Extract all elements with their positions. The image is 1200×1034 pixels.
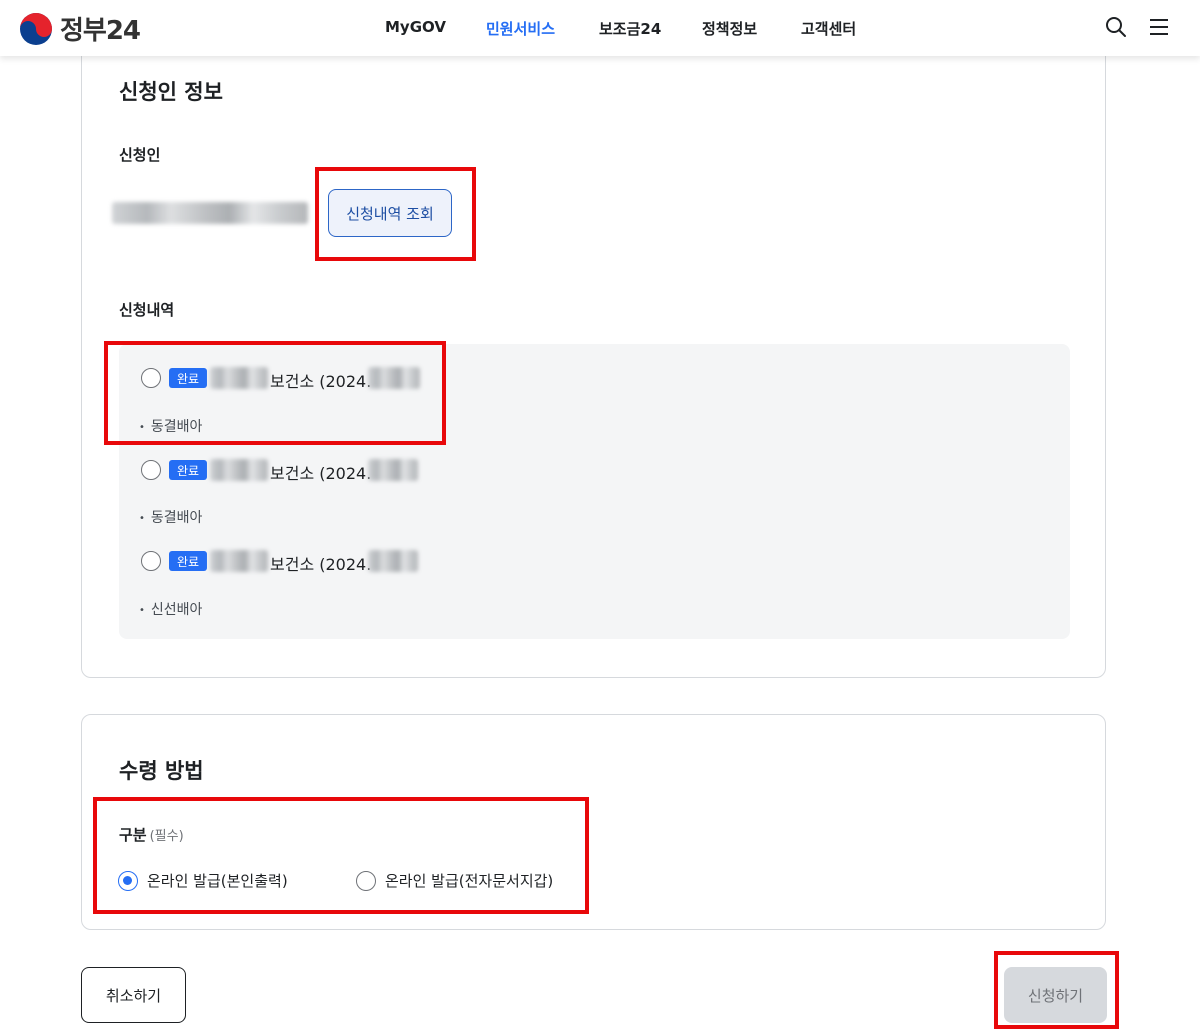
- date-redacted: [368, 367, 420, 389]
- search-icon[interactable]: [1103, 14, 1129, 40]
- receive-option-radio-self-print[interactable]: [118, 871, 138, 891]
- logo-text: 정부24: [60, 16, 141, 46]
- date-redacted: [368, 459, 418, 481]
- applicant-name-redacted: [112, 202, 308, 224]
- section-title-receive-method: 수령 방법: [119, 759, 204, 783]
- history-radio-1[interactable]: [141, 368, 161, 388]
- receive-option-label-self-print[interactable]: 온라인 발급(본인출력): [147, 870, 288, 891]
- status-badge: 완료: [169, 460, 207, 480]
- category-label: 구분 (필수): [119, 824, 184, 845]
- history-radio-3[interactable]: [141, 551, 161, 571]
- status-badge: 완료: [169, 551, 207, 571]
- nav-item-policy-info[interactable]: 정책정보: [702, 18, 757, 39]
- facility-name-redacted: [210, 550, 268, 572]
- nav-item-mygov[interactable]: MyGOV: [385, 18, 446, 36]
- section-title-applicant-info: 신청인 정보: [119, 80, 223, 104]
- nav-item-subsidy24[interactable]: 보조금24: [599, 18, 661, 39]
- applicant-label: 신청인: [119, 146, 161, 164]
- nav-item-customer-center[interactable]: 고객센터: [801, 18, 856, 39]
- category-label-text: 구분: [119, 826, 147, 844]
- nav-item-civil-service[interactable]: 민원서비스: [486, 18, 555, 39]
- receive-method-card: [81, 714, 1106, 930]
- history-item-detail: 신선배아: [139, 599, 203, 619]
- receive-option-label-wallet[interactable]: 온라인 발급(전자문서지갑): [385, 870, 553, 891]
- cancel-button[interactable]: 취소하기: [81, 967, 186, 1023]
- facility-name-redacted: [210, 459, 268, 481]
- date-redacted: [368, 550, 418, 572]
- taegeuk-logo-icon: [20, 12, 52, 45]
- history-item-title: 보건소 (2024.: [270, 555, 372, 574]
- history-item-detail: 동결배아: [139, 416, 203, 436]
- history-item-title: 보건소 (2024.: [270, 464, 372, 483]
- history-label: 신청내역: [119, 301, 175, 319]
- history-radio-2[interactable]: [141, 460, 161, 480]
- facility-name-redacted: [210, 367, 268, 389]
- history-lookup-button[interactable]: 신청내역 조회: [328, 189, 452, 237]
- required-mark: (필수): [149, 829, 184, 844]
- gov24-logo[interactable]: 정부24: [18, 10, 141, 47]
- receive-option-radio-wallet[interactable]: [356, 871, 376, 891]
- history-item-detail: 동결배아: [139, 507, 203, 527]
- top-header: 정부24 MyGOV 민원서비스 보조금24 정책정보 고객센터: [0, 0, 1200, 56]
- history-item-title: 보건소 (2024.: [270, 372, 372, 391]
- status-badge: 완료: [169, 368, 207, 388]
- menu-icon[interactable]: [1146, 14, 1172, 40]
- submit-button[interactable]: 신청하기: [1004, 967, 1107, 1023]
